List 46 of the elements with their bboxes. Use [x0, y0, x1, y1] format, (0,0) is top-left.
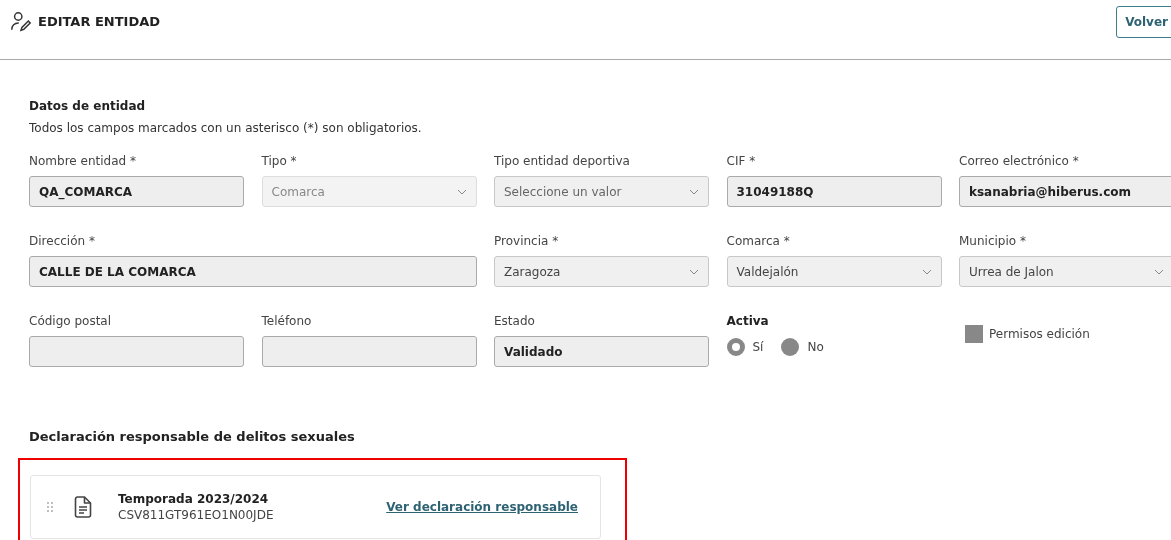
field-label: Tipo * [261, 153, 298, 169]
field-label: Comarca * [726, 233, 791, 249]
select-field[interactable]: Seleccione un valor [494, 176, 709, 207]
chevron-down-icon [1154, 268, 1164, 275]
section-title: Declaración responsable de delitos sexuales [29, 429, 356, 444]
field-label: Tipo entidad deportiva [494, 153, 631, 169]
field-label: Dirección * [29, 233, 96, 249]
field-label: Estado [494, 313, 536, 329]
page-title: EDITAR ENTIDAD [38, 14, 161, 29]
radio-button[interactable] [781, 338, 800, 356]
view-declaration-link[interactable]: Ver declaración responsable [386, 500, 578, 514]
radio-label: No [807, 340, 824, 354]
select-field[interactable]: Valdejalón [726, 256, 942, 287]
input-field[interactable]: CALLE DE LA COMARCA [29, 256, 477, 287]
document-code: CSV811GT961EO1N00JDE [118, 508, 275, 522]
section-title: Datos de entidad [29, 99, 147, 113]
field-label: Correo electrónico * [959, 153, 1080, 169]
field-label: Activa [726, 313, 770, 329]
document-icon [74, 496, 92, 518]
user-edit-icon [10, 10, 32, 33]
input-field[interactable]: ksanabria@hiberus.com [959, 176, 1171, 207]
chevron-down-icon [689, 188, 699, 195]
input-field[interactable] [261, 336, 477, 367]
checkbox[interactable] [965, 325, 983, 343]
back-button[interactable]: Volver [1116, 5, 1171, 38]
input-field[interactable]: Validado [494, 336, 709, 367]
radio-label: Sí [752, 340, 764, 354]
input-field[interactable]: QA_COMARCA [29, 176, 244, 207]
field-label: Nombre entidad * [29, 153, 137, 169]
field-label: Provincia * [494, 233, 560, 249]
field-label: Teléfono [261, 313, 313, 329]
season-title: Temporada 2023/2024 [118, 492, 270, 506]
field-label: Municipio * [959, 233, 1027, 249]
chevron-down-icon [689, 268, 699, 275]
input-field[interactable]: 31049188Q [726, 176, 942, 207]
select-field[interactable]: Urrea de Jalon [959, 256, 1171, 287]
input-field[interactable] [29, 336, 244, 367]
field-label: Código postal [29, 313, 113, 329]
field-label: CIF * [726, 153, 757, 169]
drag-handle-icon[interactable] [47, 502, 53, 512]
select-field[interactable]: Zaragoza [494, 256, 709, 287]
radio-button[interactable] [726, 338, 745, 356]
required-note: Todos los campos marcados con un asterisco (*) son obligatorios. [29, 121, 423, 135]
chevron-down-icon [456, 188, 467, 195]
chevron-down-icon [921, 268, 932, 275]
checkbox-label: Permisos edición [989, 327, 1090, 341]
